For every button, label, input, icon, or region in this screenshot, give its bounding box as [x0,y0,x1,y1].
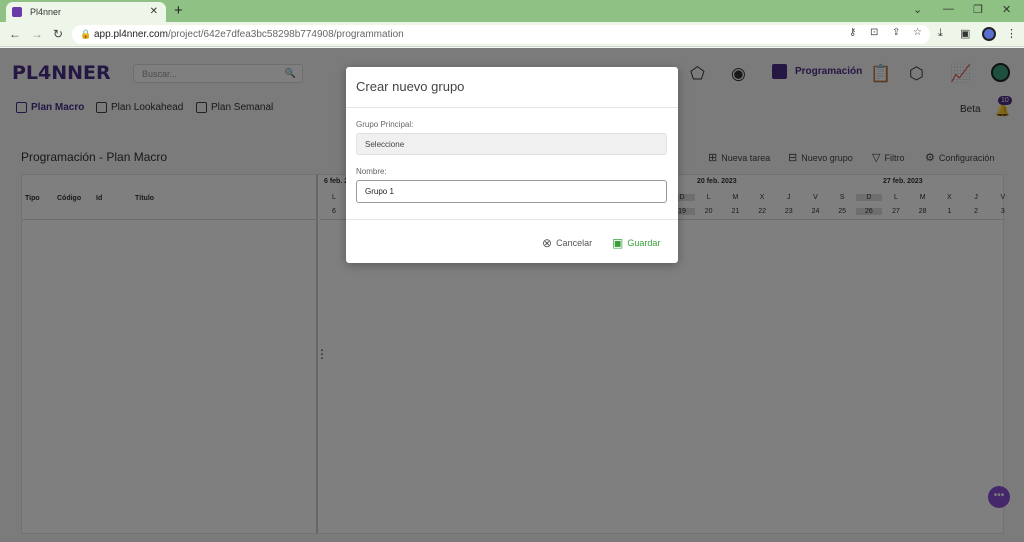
restore-icon[interactable]: ❐ [973,3,983,16]
forward-icon[interactable]: → [31,27,43,41]
url-field[interactable]: 🔒 app.pl4nner.com/project/642e7dfea3bc58… [72,25,930,44]
reload-icon[interactable]: ↻ [53,27,63,41]
tab-search-chevron-icon[interactable]: ⌄ [913,3,922,16]
pl4nner-favicon-icon [12,7,22,17]
parent-group-select[interactable]: Seleccione [356,133,667,155]
url-host: app.pl4nner.com [94,29,168,40]
save-button[interactable]: ▣ Guardar [612,236,660,250]
group-name-input[interactable] [356,180,667,203]
parent-group-label: Grupo Principal: [356,120,414,129]
lock-icon: 🔒 [80,29,92,39]
save-disk-icon: ▣ [612,236,624,250]
modal-body: Grupo Principal: Seleccione Nombre: [346,108,678,203]
browser-tabbar: Pl4nner ✕ + ⌄ — ❐ ✕ [0,0,1024,22]
modal-title: Crear nuevo grupo [346,67,678,108]
name-label: Nombre: [356,167,387,176]
share-icon[interactable]: ⇪ [892,27,900,38]
address-bar-row: ← → ↻ 🔒 app.pl4nner.com/project/642e7dfe… [0,22,1024,47]
menu-kebab-icon[interactable]: ⋮ [1006,27,1017,40]
install-app-icon[interactable]: ⊡ [870,27,878,38]
browser-profile-icon[interactable] [982,27,996,41]
browser-tab[interactable]: Pl4nner ✕ [6,2,166,22]
key-icon[interactable]: ⚷ [849,27,856,38]
url-path: /project/642e7dfea3bc58298b774908/progra… [167,29,404,40]
new-tab-button[interactable]: + [174,2,183,19]
back-icon[interactable]: ← [9,27,21,41]
tab-title: Pl4nner [30,7,62,17]
tab-close-icon[interactable]: ✕ [150,6,158,17]
bookmark-star-icon[interactable]: ☆ [913,27,922,38]
modal-footer: ⊗ Cancelar ▣ Guardar [346,219,678,263]
cancel-circle-x-icon: ⊗ [542,236,553,250]
create-group-modal: Crear nuevo grupo Grupo Principal: Selec… [346,67,678,263]
download-icon[interactable]: ⤓ [938,27,943,40]
cancel-label: Cancelar [556,238,593,248]
save-label: Guardar [627,238,661,248]
cancel-button[interactable]: ⊗ Cancelar [542,236,592,250]
sidepanel-icon[interactable]: ▣ [960,27,970,40]
minimize-icon[interactable]: — [943,3,954,15]
window-close-icon[interactable]: ✕ [1002,3,1011,16]
